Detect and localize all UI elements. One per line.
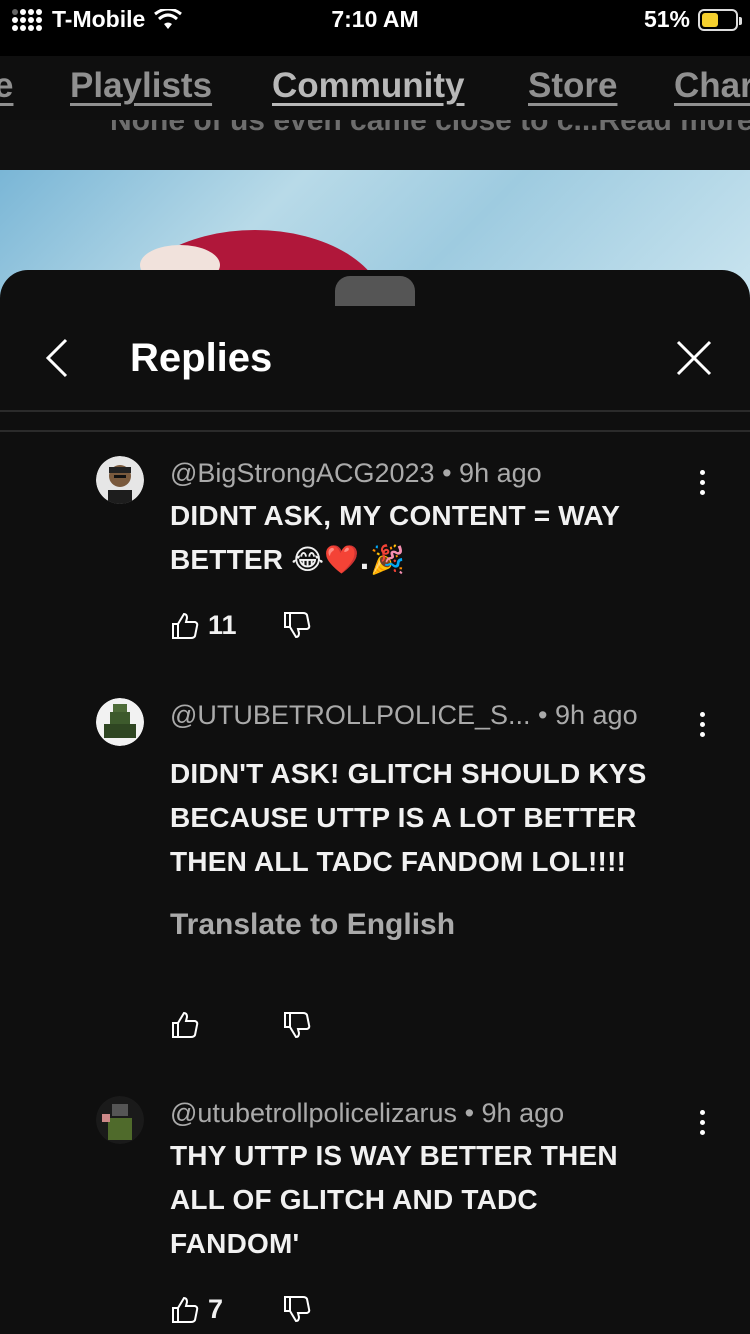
more-options-button[interactable]	[690, 706, 714, 742]
status-bar: T-Mobile 7:10 AM 51%	[0, 0, 750, 42]
thumbs-down-icon	[284, 1296, 311, 1323]
more-options-button[interactable]	[690, 1104, 714, 1140]
tab-partial[interactable]: e	[0, 66, 13, 106]
comment-actions: 11	[170, 610, 311, 641]
status-right: 51%	[643, 6, 742, 33]
like-button[interactable]: 7	[170, 1294, 223, 1325]
divider	[0, 430, 750, 432]
post-text-behind: None of us even came close to c...Read m…	[0, 120, 750, 170]
battery-icon	[698, 8, 742, 31]
tab-channels[interactable]: Char	[674, 66, 750, 106]
like-button[interactable]	[170, 1010, 208, 1040]
dislike-button[interactable]	[282, 1294, 312, 1329]
like-button[interactable]: 11	[170, 610, 237, 641]
sheet-title: Replies	[130, 336, 273, 380]
replies-sheet: Replies @BigStrongACG2023 • 9h ago DIDNT…	[0, 270, 750, 1334]
comment-actions: 7	[170, 1294, 311, 1325]
comment-text: THY UTTP IS WAY BETTER THEN ALL OF GLITC…	[170, 1140, 618, 1259]
channel-tabs: e Playlists Community Store Char	[0, 56, 750, 120]
like-count: 11	[208, 610, 237, 640]
comment-text: DIDNT ASK, MY CONTENT = WAY BETTER 😂❤️.🎉	[170, 500, 621, 576]
thumbs-down-icon	[284, 1012, 311, 1039]
thumbs-up-icon	[172, 1296, 199, 1323]
comment-time: 9h ago	[481, 1098, 565, 1128]
status-time: 7:10 AM	[331, 6, 419, 32]
sheet-grabber[interactable]	[335, 276, 415, 306]
more-options-button[interactable]	[690, 464, 714, 500]
avatar[interactable]	[96, 1096, 144, 1144]
comment-author[interactable]: @utubetrollpolicelizarus	[170, 1098, 457, 1128]
tab-store[interactable]: Store	[528, 66, 617, 106]
comment-time: 9h ago	[459, 458, 542, 488]
thumbs-up-icon	[172, 1011, 199, 1038]
avatar[interactable]	[96, 456, 144, 504]
dislike-button[interactable]	[282, 1010, 312, 1045]
avatar-image	[96, 456, 144, 504]
thumbs-up-icon	[172, 612, 199, 639]
comment-time: 9h ago	[555, 700, 638, 730]
battery-level	[702, 12, 719, 27]
dislike-button[interactable]	[282, 610, 312, 645]
tab-playlists[interactable]: Playlists	[70, 66, 212, 106]
comment-text: DIDN'T ASK! GLITCH SHOULD KYS BECAUSE UT…	[170, 758, 647, 877]
comment-meta: @BigStrongACG2023 • 9h ago	[170, 458, 542, 488]
avatar-image	[96, 698, 144, 746]
post-text: None of us even came close to c...Read m…	[110, 120, 750, 137]
emoji-group: 😂❤️.🎉	[291, 543, 406, 576]
thumbs-down-icon	[284, 612, 311, 639]
divider	[0, 410, 750, 412]
chevron-left-icon	[45, 338, 68, 378]
like-count: 7	[208, 1294, 224, 1324]
back-button[interactable]	[40, 336, 80, 380]
battery-percent: 51%	[643, 6, 690, 32]
comment-meta: @utubetrollpolicelizarus • 9h ago	[170, 1098, 565, 1128]
translate-link[interactable]: Translate to English	[170, 908, 455, 942]
avatar-image	[96, 1096, 144, 1144]
comment-meta: @UTUBETROLLPOLICE_S... • 9h ago	[170, 700, 638, 730]
tab-community[interactable]: Community	[272, 66, 465, 106]
comment-author[interactable]: @BigStrongACG2023	[170, 458, 435, 488]
close-icon	[676, 340, 712, 376]
avatar[interactable]	[96, 698, 144, 746]
comment-author[interactable]: @UTUBETROLLPOLICE_S...	[170, 700, 531, 730]
close-button[interactable]	[672, 336, 716, 380]
comment-actions	[170, 1010, 311, 1040]
